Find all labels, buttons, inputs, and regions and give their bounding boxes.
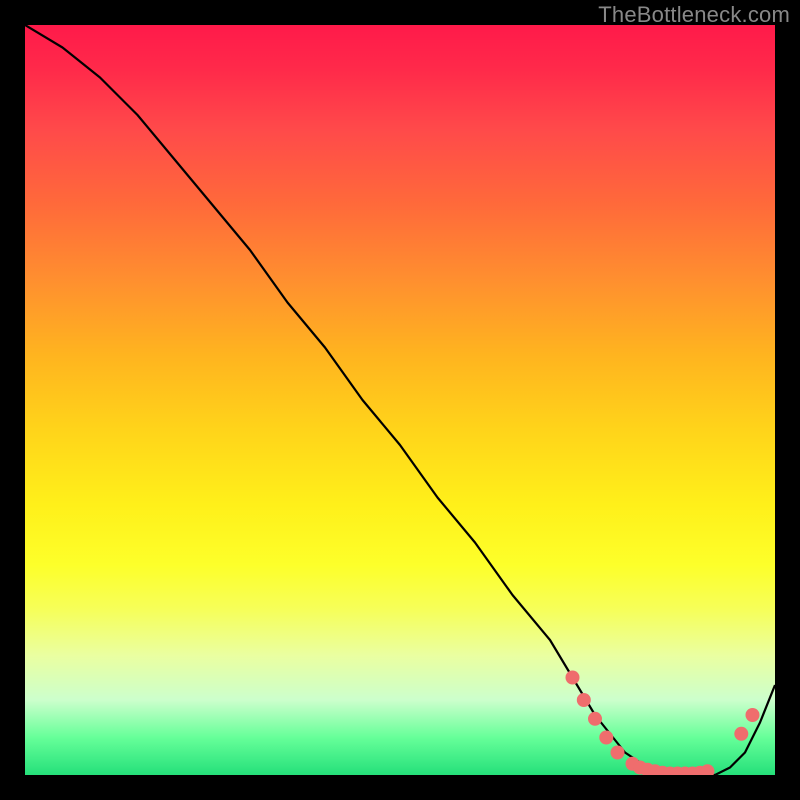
chart-stage: TheBottleneck.com (0, 0, 800, 800)
curve-marker (701, 764, 715, 775)
curve-marker (577, 693, 591, 707)
bottleneck-curve (25, 25, 775, 775)
plot-area (25, 25, 775, 775)
curve-marker (611, 746, 625, 760)
curve-marker (566, 671, 580, 685)
curve-marker (746, 708, 760, 722)
curve-marker (734, 727, 748, 741)
curve-layer (25, 25, 775, 775)
curve-marker (588, 712, 602, 726)
curve-marker (599, 731, 613, 745)
curve-markers (566, 671, 760, 776)
